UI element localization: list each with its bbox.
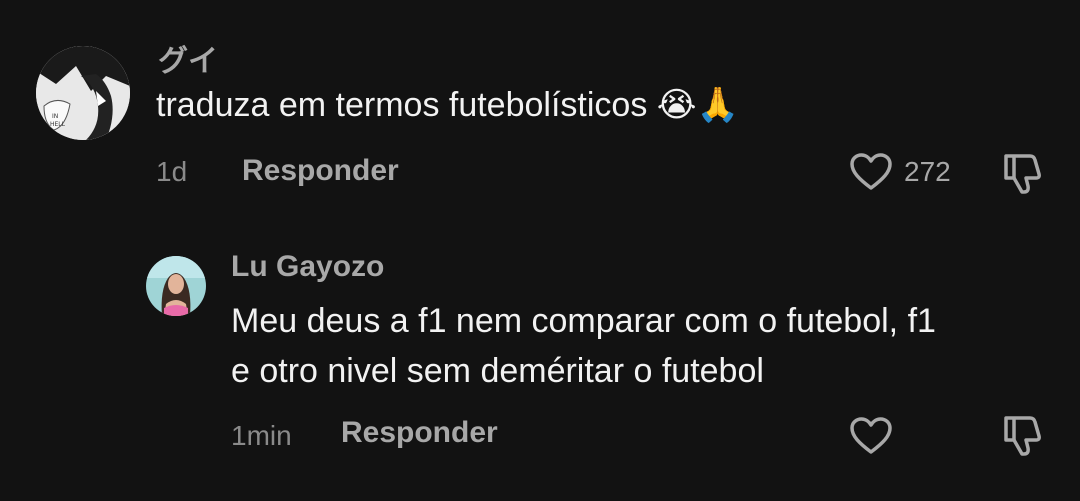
emoji-sequence: 😭🙏 <box>656 85 739 125</box>
dislike-button[interactable] <box>1000 150 1046 196</box>
comment-username[interactable]: Lu Gayozo <box>231 250 384 284</box>
avatar[interactable]: IN HELL <box>36 46 130 140</box>
svg-text:IN: IN <box>52 113 58 120</box>
avatar[interactable] <box>146 256 206 316</box>
comment-timestamp: 1min <box>231 420 292 451</box>
comment-text-body: traduza em termos futebolísticos <box>156 86 648 124</box>
comments-thread: IN HELL グイ traduza em termos futebolísti… <box>0 0 1080 501</box>
like-button[interactable] <box>849 152 893 192</box>
comment-text: traduza em termos futebolísticos 😭🙏 <box>156 80 739 130</box>
heart-icon <box>850 153 892 190</box>
comment-text: Meu deus a f1 nem comparar com o futebol… <box>231 296 1051 396</box>
comment-timestamp: 1d <box>156 156 188 187</box>
dislike-button[interactable] <box>1000 412 1046 458</box>
svg-text:HELL: HELL <box>50 121 66 128</box>
reply-button[interactable]: Responder <box>242 154 399 188</box>
comment-text-line: e otro nivel sem deméritar o futebol <box>231 352 764 390</box>
like-count: 272 <box>904 156 951 187</box>
thumbs-down-icon <box>1004 154 1041 194</box>
manga-avatar-icon: IN HELL <box>36 46 130 140</box>
thumbs-down-icon <box>1004 416 1041 456</box>
profile-photo-avatar <box>146 256 206 316</box>
comment-text-line: Meu deus a f1 nem comparar com o futebol… <box>231 302 936 340</box>
like-button[interactable] <box>849 416 893 456</box>
heart-icon <box>850 417 892 454</box>
comment-username[interactable]: グイ <box>158 36 218 80</box>
reply-button[interactable]: Responder <box>341 416 498 450</box>
